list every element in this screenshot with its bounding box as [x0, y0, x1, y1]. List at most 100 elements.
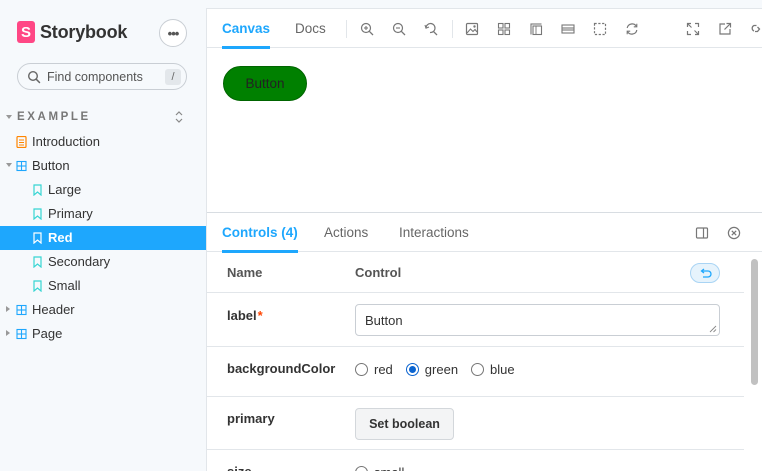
sidebar-item-small[interactable]: Small [0, 274, 207, 298]
scrollbar-thumb[interactable] [751, 259, 758, 385]
story-tree: Introduction Button Large Primary Red Se… [0, 130, 207, 346]
radio-button[interactable] [355, 363, 368, 376]
sidebar-item-label: Introduction [32, 134, 100, 149]
radio-label: green [424, 362, 459, 377]
prop-name-primary: primary [227, 411, 275, 426]
search-placeholder: Find components [47, 69, 143, 84]
sidebar-item-large[interactable]: Large [0, 178, 207, 202]
search-shortcut-key: / [165, 69, 181, 85]
radio-button[interactable] [471, 363, 485, 376]
section-label: EXAMPLE [17, 111, 91, 123]
zoom-reset-icon[interactable] [424, 22, 438, 36]
radio-option-red[interactable]: red [355, 362, 393, 377]
reset-controls-button[interactable] [690, 263, 720, 283]
bookmark-icon [33, 208, 42, 220]
sidebar: S Storybook ••• Find components / EXAMPL… [0, 0, 207, 471]
zoom-out-icon[interactable] [392, 22, 406, 36]
radio-button[interactable] [355, 466, 368, 471]
sidebar-item-secondary[interactable]: Secondary [0, 250, 207, 274]
toolbar-divider [452, 20, 453, 38]
outline-icon[interactable] [561, 22, 575, 36]
storybook-logo-icon: S [17, 21, 35, 43]
table-row-primary: primary Set boolean [207, 398, 744, 450]
storybook-brand[interactable]: S Storybook [17, 21, 127, 43]
radio-option-small[interactable]: small [355, 465, 404, 471]
measure-icon[interactable] [529, 22, 543, 36]
sidebar-item-label: Small [48, 278, 81, 293]
sidebar-item-page[interactable]: Page [0, 322, 207, 346]
copy-link-icon[interactable] [749, 22, 762, 36]
controls-header: Name Control [207, 253, 744, 293]
radio-option-blue[interactable]: blue [471, 362, 515, 377]
sidebar-item-red[interactable]: Red [0, 226, 207, 250]
sidebar-item-label: Red [48, 230, 73, 245]
component-icon [16, 160, 27, 172]
document-icon [16, 136, 27, 148]
required-marker: * [257, 308, 263, 323]
open-new-tab-icon[interactable] [718, 22, 732, 36]
controls-table: Name Control label* Button backgroundCol… [207, 253, 744, 471]
table-row-backgroundcolor: backgroundColor red green blue [207, 348, 744, 397]
bookmark-icon [33, 184, 42, 196]
sidebar-item-introduction[interactable]: Introduction [0, 130, 207, 154]
tab-actions[interactable]: Actions [324, 213, 368, 252]
sidebar-item-label: Button [32, 158, 70, 173]
label-text-field[interactable]: Button [355, 304, 720, 336]
prop-name-backgroundcolor: backgroundColor [227, 361, 336, 376]
label-field-value: Button [365, 312, 403, 328]
addons-panel: Controls (4) Actions Interactions Name C… [207, 212, 762, 471]
story-button[interactable]: Button [223, 66, 307, 101]
sidebar-menu-button[interactable]: ••• [159, 19, 187, 47]
controls-scrollbar[interactable] [744, 253, 762, 471]
backgroundcolor-radio-group: red green blue [355, 362, 528, 377]
table-row-label: label* Button [207, 294, 744, 347]
expand-collapse-icon[interactable] [174, 110, 184, 124]
panel-orientation-icon[interactable] [695, 226, 709, 240]
close-icon[interactable] [727, 226, 741, 240]
remount-icon[interactable] [625, 22, 639, 36]
preview-area: Canvas Docs Button Controls (4) Actions … [207, 9, 762, 471]
component-icon [16, 304, 27, 316]
tab-interactions[interactable]: Interactions [399, 213, 469, 252]
radio-label: red [374, 362, 393, 377]
radio-option-green[interactable]: green [405, 362, 459, 377]
sidebar-item-label: Header [32, 302, 75, 317]
ellipsis-icon: ••• [167, 25, 180, 41]
column-control-header: Control [355, 265, 402, 280]
column-name-header: Name [227, 265, 263, 280]
sidebar-item-label: Secondary [48, 254, 111, 269]
radio-label: small [374, 465, 404, 471]
radio-label: blue [490, 362, 515, 377]
caret-down-icon [6, 115, 12, 119]
sidebar-item-primary[interactable]: Primary [0, 202, 207, 226]
tab-canvas[interactable]: Canvas [222, 9, 271, 49]
caret-down-icon [6, 163, 12, 167]
prop-name-label: label* [227, 308, 263, 323]
zoom-in-icon[interactable] [360, 22, 374, 36]
bookmark-icon [33, 280, 42, 292]
bookmark-icon [33, 232, 42, 244]
sidebar-item-header[interactable]: Header [0, 298, 207, 322]
preview-toolbar: Canvas Docs [207, 9, 762, 49]
brand-title: Storybook [40, 21, 128, 42]
search-icon [27, 70, 41, 83]
fullscreen-icon[interactable] [686, 22, 700, 36]
component-icon [16, 328, 27, 340]
bookmark-icon [33, 256, 42, 268]
tab-docs[interactable]: Docs [295, 9, 326, 48]
sidebar-item-button[interactable]: Button [0, 154, 207, 178]
story-canvas: Button [207, 49, 762, 211]
viewport-icon[interactable] [593, 22, 607, 36]
tab-controls[interactable]: Controls (4) [222, 213, 298, 253]
grid-icon[interactable] [497, 22, 511, 36]
sidebar-item-label: Page [32, 326, 63, 341]
undo-icon [699, 268, 712, 278]
set-boolean-button[interactable]: Set boolean [355, 408, 454, 440]
resize-grip-icon[interactable] [709, 325, 717, 333]
section-header-example[interactable]: EXAMPLE [0, 108, 207, 126]
radio-button-checked[interactable] [405, 363, 419, 376]
sidebar-item-label: Primary [48, 206, 93, 221]
prop-name-size: size [227, 464, 252, 471]
background-icon[interactable] [465, 22, 479, 36]
search-input[interactable]: Find components / [17, 63, 187, 90]
